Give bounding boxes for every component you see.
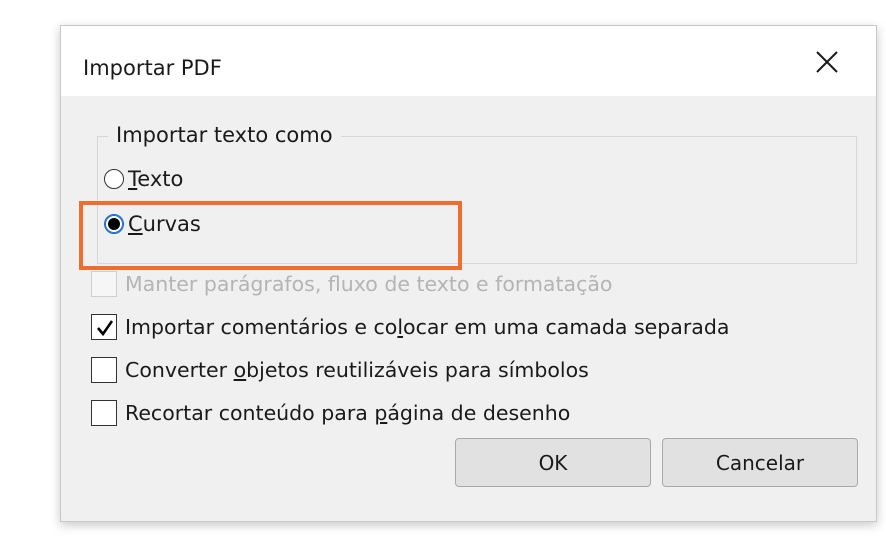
radio-texto-circle[interactable] [104, 169, 124, 189]
import-text-as-group [97, 136, 857, 264]
radio-curvas-label: Curvas [128, 212, 201, 236]
checkmark-icon [97, 320, 114, 337]
radio-texto-label: Texto [128, 167, 184, 191]
checkbox-convert-objects-box[interactable] [91, 357, 117, 383]
dialog-title: Importar PDF [83, 56, 222, 80]
checkbox-keep-paragraphs-label: Manter parágrafos, fluxo de texto e form… [125, 272, 613, 296]
radio-curvas-circle[interactable] [104, 214, 124, 234]
radio-curvas[interactable]: Curvas [104, 209, 201, 239]
checkbox-import-comments[interactable]: Importar comentários e colocar em uma ca… [91, 310, 729, 344]
checkbox-keep-paragraphs: Manter parágrafos, fluxo de texto e form… [91, 267, 612, 301]
checkbox-convert-objects[interactable]: Converter objetos reutilizáveis para sím… [91, 353, 589, 387]
import-pdf-dialog: Importar PDF Importar texto como Texto C… [60, 25, 877, 522]
checkbox-import-comments-label: Importar comentários e colocar em uma ca… [125, 315, 730, 339]
checkbox-crop-content-label: Recortar conteúdo para página de desenho [125, 401, 571, 425]
checkbox-crop-content[interactable]: Recortar conteúdo para página de desenho [91, 396, 570, 430]
checkbox-crop-content-box[interactable] [91, 400, 117, 426]
import-text-as-label: Importar texto como [108, 123, 341, 147]
dialog-titlebar: Importar PDF [61, 26, 876, 96]
radio-texto[interactable]: Texto [104, 164, 183, 194]
checkbox-import-comments-box[interactable] [91, 314, 117, 340]
checkbox-keep-paragraphs-box [91, 271, 117, 297]
close-button[interactable] [801, 40, 853, 84]
checkbox-convert-objects-label: Converter objetos reutilizáveis para sím… [125, 358, 589, 382]
ok-button[interactable]: OK [455, 438, 651, 487]
cancel-button[interactable]: Cancelar [662, 438, 858, 487]
close-icon [816, 51, 838, 73]
